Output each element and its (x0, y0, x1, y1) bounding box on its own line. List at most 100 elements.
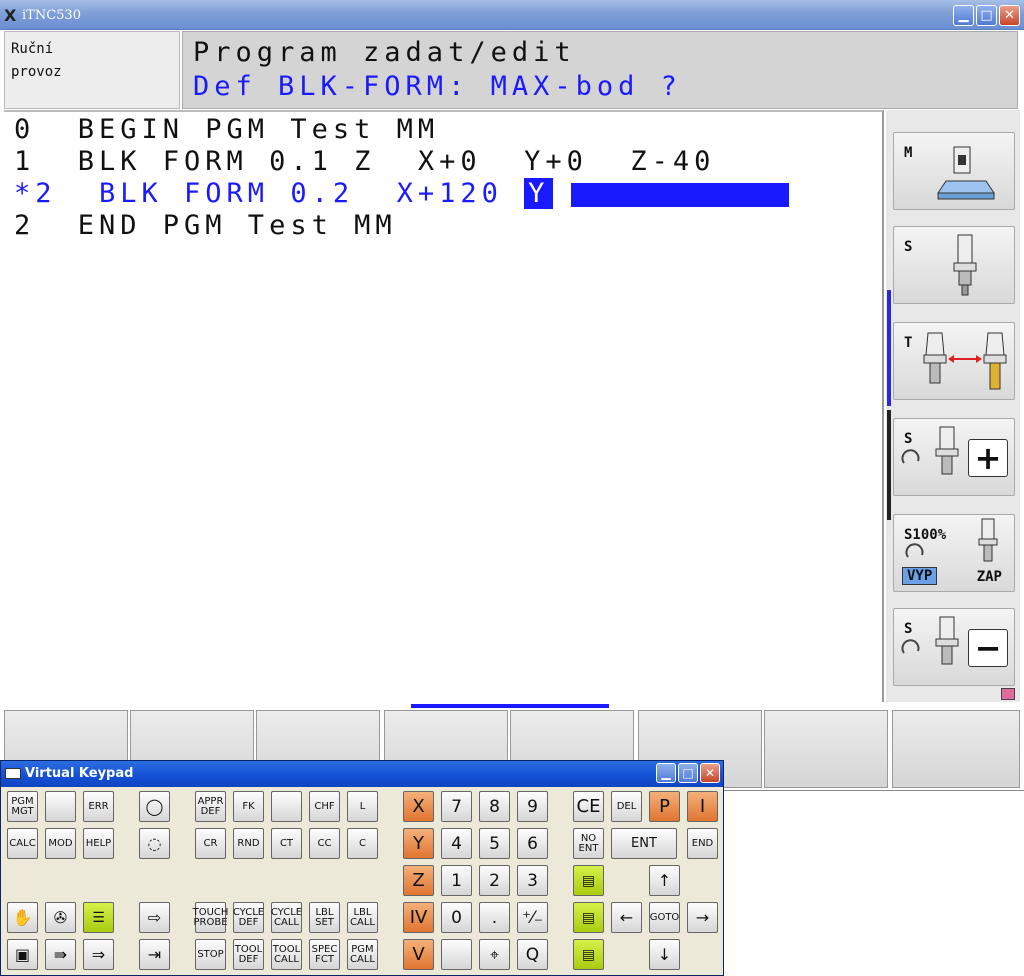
key-full-sequence-icon[interactable]: ⇒ (83, 939, 114, 970)
program-line[interactable]: 2 END PGM Test MM (14, 210, 397, 241)
key-cc[interactable]: CC (309, 828, 340, 859)
program-listing[interactable]: 0 BEGIN PGM Test MM 1 BLK FORM 0.1 Z X+0… (4, 110, 884, 702)
key-arrow-down-icon[interactable]: ↓ (649, 939, 680, 970)
key-1[interactable]: 1 (441, 865, 472, 896)
window-controls: ▁ □ ✕ (953, 5, 1020, 26)
key-5[interactable]: 5 (479, 828, 510, 859)
key-no-ent[interactable]: NO ENT (573, 828, 604, 859)
key-y[interactable]: Y (403, 828, 434, 859)
key-tool-call[interactable]: TOOL CALL (271, 939, 302, 970)
key-6[interactable]: 6 (517, 828, 548, 859)
key-test-run-icon[interactable]: ⇥ (139, 939, 170, 970)
key-z[interactable]: Z (403, 865, 434, 896)
key-8[interactable]: 8 (479, 791, 510, 822)
key-mdi-icon[interactable]: ▣ (7, 939, 38, 970)
key-crosshair-icon[interactable]: ⌖ (479, 939, 510, 970)
key-iv[interactable]: IV (403, 902, 434, 933)
key-manual-hand-icon[interactable]: ✋ (7, 902, 38, 933)
key-arrow-left-icon[interactable]: ← (611, 902, 642, 933)
program-line[interactable]: 0 BEGIN PGM Test MM (14, 114, 439, 145)
key-cr[interactable]: CR (195, 828, 226, 859)
keypad-minimize-button[interactable]: ▁ (656, 763, 676, 783)
cursor-field[interactable]: Y (524, 178, 554, 209)
vyp-toggle[interactable]: VYP (902, 567, 938, 585)
key-blank-3[interactable] (441, 939, 472, 970)
key-end[interactable]: END (687, 828, 718, 859)
bottom-softkey-8[interactable] (892, 710, 1020, 788)
key-page-icon[interactable]: ▤ (573, 865, 604, 896)
key-single-block-icon[interactable]: ☰ (83, 902, 114, 933)
program-line-active[interactable]: *2 BLK FORM 0.2 X+120 Y (14, 178, 790, 209)
keypad-maximize-button[interactable]: □ (678, 763, 698, 783)
spindle-icon (935, 426, 959, 475)
title-bar: X iTNC530 ▁ □ ✕ (0, 0, 1024, 30)
key-touch-probe[interactable]: TOUCH PROBE (193, 902, 228, 933)
key-dot[interactable]: . (479, 902, 510, 933)
horizontal-scroll-indicator (411, 704, 609, 708)
key-positioning-icon[interactable]: ⇨ (139, 902, 170, 933)
key-appr-def[interactable]: APPR DEF (195, 791, 226, 822)
keypad-title-bar[interactable]: Virtual Keypad ▁ □ ✕ (1, 761, 723, 787)
key-4[interactable]: 4 (441, 828, 472, 859)
key-q[interactable]: Q (517, 939, 548, 970)
softkey-spindle-plus[interactable]: S + (893, 418, 1015, 496)
eraser-icon[interactable] (1001, 688, 1015, 700)
key-cycle-def[interactable]: CYCLE DEF (233, 902, 264, 933)
minimize-button[interactable]: ▁ (953, 5, 974, 26)
key-7[interactable]: 7 (441, 791, 472, 822)
key-spec-fct[interactable]: SPEC FCT (309, 939, 340, 970)
key-ent[interactable]: ENT (611, 828, 677, 859)
key-x[interactable]: X (403, 791, 434, 822)
key-v[interactable]: V (403, 939, 434, 970)
key-arrow-up-icon[interactable]: ↑ (649, 865, 680, 896)
key-calc[interactable]: CALC (7, 828, 38, 859)
key-p[interactable]: P (649, 791, 680, 822)
key-0[interactable]: 0 (441, 902, 472, 933)
key-ct[interactable]: CT (271, 828, 302, 859)
softkey-m[interactable]: M (893, 132, 1015, 210)
key-blank-2[interactable] (271, 791, 302, 822)
key-plus-minus[interactable]: ⁺⁄₋ (517, 902, 548, 933)
key-cycle-call[interactable]: CYCLE CALL (271, 902, 302, 933)
key-c[interactable]: C (347, 828, 378, 859)
key-program-run-icon[interactable]: ⇛ (45, 939, 76, 970)
softkey-s[interactable]: S (893, 226, 1015, 304)
key-blank[interactable] (45, 791, 76, 822)
key-page-up-icon[interactable]: ▤ (573, 902, 604, 933)
key-mod[interactable]: MOD (45, 828, 76, 859)
key-stop[interactable]: STOP (195, 939, 226, 970)
key-chf[interactable]: CHF (309, 791, 340, 822)
key-rnd[interactable]: RND (233, 828, 264, 859)
key-pgm-call[interactable]: PGM CALL (347, 939, 378, 970)
softkey-spindle-minus[interactable]: S − (893, 608, 1015, 686)
key-circle-dotted-icon[interactable]: ◌ (139, 828, 170, 859)
bottom-softkey-7[interactable] (764, 710, 888, 788)
key-ce[interactable]: CE (573, 791, 604, 822)
softkey-t[interactable]: T (893, 322, 1015, 400)
key-2[interactable]: 2 (479, 865, 510, 896)
key-circle-icon[interactable]: ◯ (139, 791, 170, 822)
softkey-spindle-override[interactable]: S100% VYP ZAP (893, 514, 1015, 592)
key-i[interactable]: I (687, 791, 718, 822)
key-tool-def[interactable]: TOOL DEF (233, 939, 264, 970)
close-button[interactable]: ✕ (999, 5, 1020, 26)
maximize-button[interactable]: □ (976, 5, 997, 26)
program-line[interactable]: 1 BLK FORM 0.1 Z X+0 Y+0 Z-40 (14, 146, 715, 177)
input-field[interactable] (571, 182, 790, 207)
key-3[interactable]: 3 (517, 865, 548, 896)
key-help[interactable]: HELP (83, 828, 114, 859)
key-pgm-mgt[interactable]: PGM MGT (7, 791, 38, 822)
key-page-down-icon[interactable]: ▤ (573, 939, 604, 970)
key-del[interactable]: DEL (611, 791, 642, 822)
key-handwheel-icon[interactable]: ✇ (45, 902, 76, 933)
key-9[interactable]: 9 (517, 791, 548, 822)
key-arrow-right-icon[interactable]: → (687, 902, 718, 933)
zap-toggle[interactable]: ZAP (977, 569, 1002, 585)
key-l[interactable]: L (347, 791, 378, 822)
key-fk[interactable]: FK (233, 791, 264, 822)
keypad-close-button[interactable]: ✕ (700, 763, 720, 783)
key-goto[interactable]: GOTO (649, 902, 680, 933)
key-err[interactable]: ERR (83, 791, 114, 822)
key-lbl-set[interactable]: LBL SET (309, 902, 340, 933)
key-lbl-call[interactable]: LBL CALL (347, 902, 378, 933)
